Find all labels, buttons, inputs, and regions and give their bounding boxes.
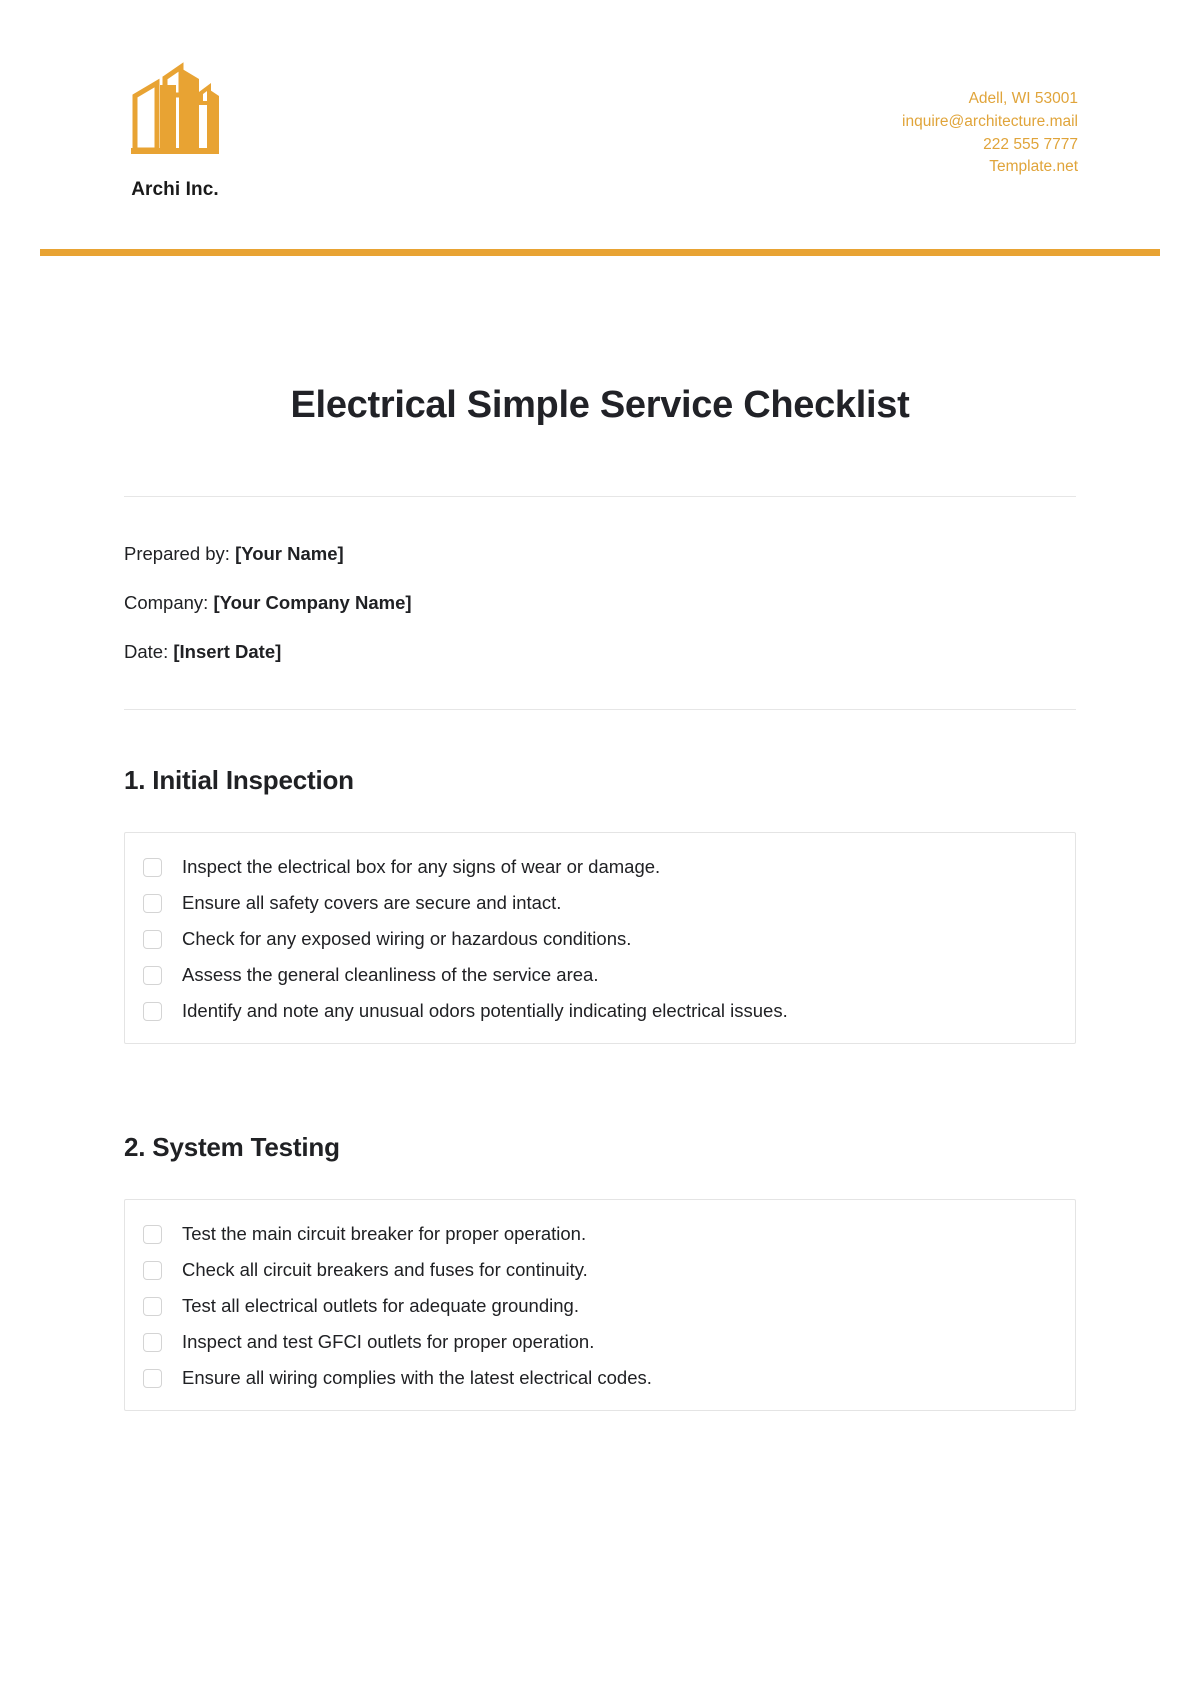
checklist-item-label: Ensure all wiring complies with the late… [182,1367,652,1389]
meta-label-company: Company: [124,592,209,614]
meta-row-prepared-by: Prepared by: [Your Name] [124,542,1076,565]
document-body: Electrical Simple Service Checklist Prep… [0,384,1200,1412]
checkbox-icon[interactable] [143,857,162,877]
checkbox-icon[interactable] [143,893,162,913]
meta-label-date: Date: [124,641,169,663]
checklist-item[interactable]: Inspect the electrical box for any signs… [125,849,1075,885]
contact-email: inquire@architecture.mail [902,112,1078,130]
meta-value-date[interactable]: [Insert Date] [173,641,281,662]
contact-website: Template.net [989,158,1078,176]
checkbox-icon[interactable] [143,1260,162,1280]
checklist-item-label: Inspect the electrical box for any signs… [182,856,661,878]
checklist-item[interactable]: Assess the general cleanliness of the se… [125,957,1075,993]
checklist-item-label: Assess the general cleanliness of the se… [182,964,599,986]
checklist-item[interactable]: Check all circuit breakers and fuses for… [125,1252,1075,1288]
meta-row-date: Date: [Insert Date] [124,640,1076,663]
contact-block: Adell, WI 53001 inquire@architecture.mai… [902,55,1078,179]
brand-name: Archi Inc. [131,179,219,200]
checklist-item[interactable]: Ensure all wiring complies with the late… [125,1360,1075,1396]
checklist-item[interactable]: Inspect and test GFCI outlets for proper… [125,1324,1075,1360]
checklist-item-label: Inspect and test GFCI outlets for proper… [182,1331,595,1353]
checkbox-icon[interactable] [143,1224,162,1244]
checklist-item-label: Ensure all safety covers are secure and … [182,892,562,914]
header-divider-wrap [0,249,1200,256]
buildings-logo-icon [131,62,219,154]
meta-label-prepared-by: Prepared by: [124,543,230,564]
meta-block: Prepared by: [Your Name] Company: [Your … [124,497,1076,663]
checklist-item-label: Identify and note any unusual odors pote… [182,1000,788,1022]
checkbox-icon[interactable] [143,965,162,985]
checklist-item[interactable]: Test the main circuit breaker for proper… [125,1216,1075,1252]
meta-value-prepared-by[interactable]: [Your Name] [235,543,344,564]
page-title: Electrical Simple Service Checklist [290,384,910,426]
checklist-item[interactable]: Identify and note any unusual odors pote… [125,993,1075,1029]
section-system-testing: 2. System Testing Test the main circuit … [124,1132,1076,1412]
checkbox-icon[interactable] [143,929,162,949]
brand-block: Archi Inc. [85,55,265,201]
checkbox-icon[interactable] [143,1296,162,1316]
meta-value-company[interactable]: [Your Company Name] [213,592,411,613]
checklist-item-label: Test all electrical outlets for adequate… [182,1295,579,1317]
header-accent-rule [40,249,1160,256]
section-heading: 2. System Testing [124,1132,340,1163]
document-header: Archi Inc. Adell, WI 53001 inquire@archi… [0,0,1200,201]
checkbox-icon[interactable] [143,1001,162,1021]
checklist-item-label: Check for any exposed wiring or hazardou… [182,928,632,950]
meta-row-company: Company: [Your Company Name] [124,591,1076,614]
checklist-item[interactable]: Check for any exposed wiring or hazardou… [125,921,1075,957]
checklist-initial-inspection: Inspect the electrical box for any signs… [124,832,1076,1045]
checklist-item-label: Test the main circuit breaker for proper… [182,1223,587,1245]
checklist-item-label: Check all circuit breakers and fuses for… [182,1259,588,1281]
section-initial-inspection: 1. Initial Inspection Inspect the electr… [124,765,1076,1045]
section-heading: 1. Initial Inspection [124,765,354,796]
checklist-item[interactable]: Ensure all safety covers are secure and … [125,885,1075,921]
checklist-system-testing: Test the main circuit breaker for proper… [124,1199,1076,1412]
contact-phone: 222 555 7777 [983,135,1078,153]
contact-address: Adell, WI 53001 [968,90,1078,107]
checkbox-icon[interactable] [143,1368,162,1388]
checkbox-icon[interactable] [143,1332,162,1352]
checklist-item[interactable]: Test all electrical outlets for adequate… [125,1288,1075,1324]
meta-divider [124,709,1076,711]
